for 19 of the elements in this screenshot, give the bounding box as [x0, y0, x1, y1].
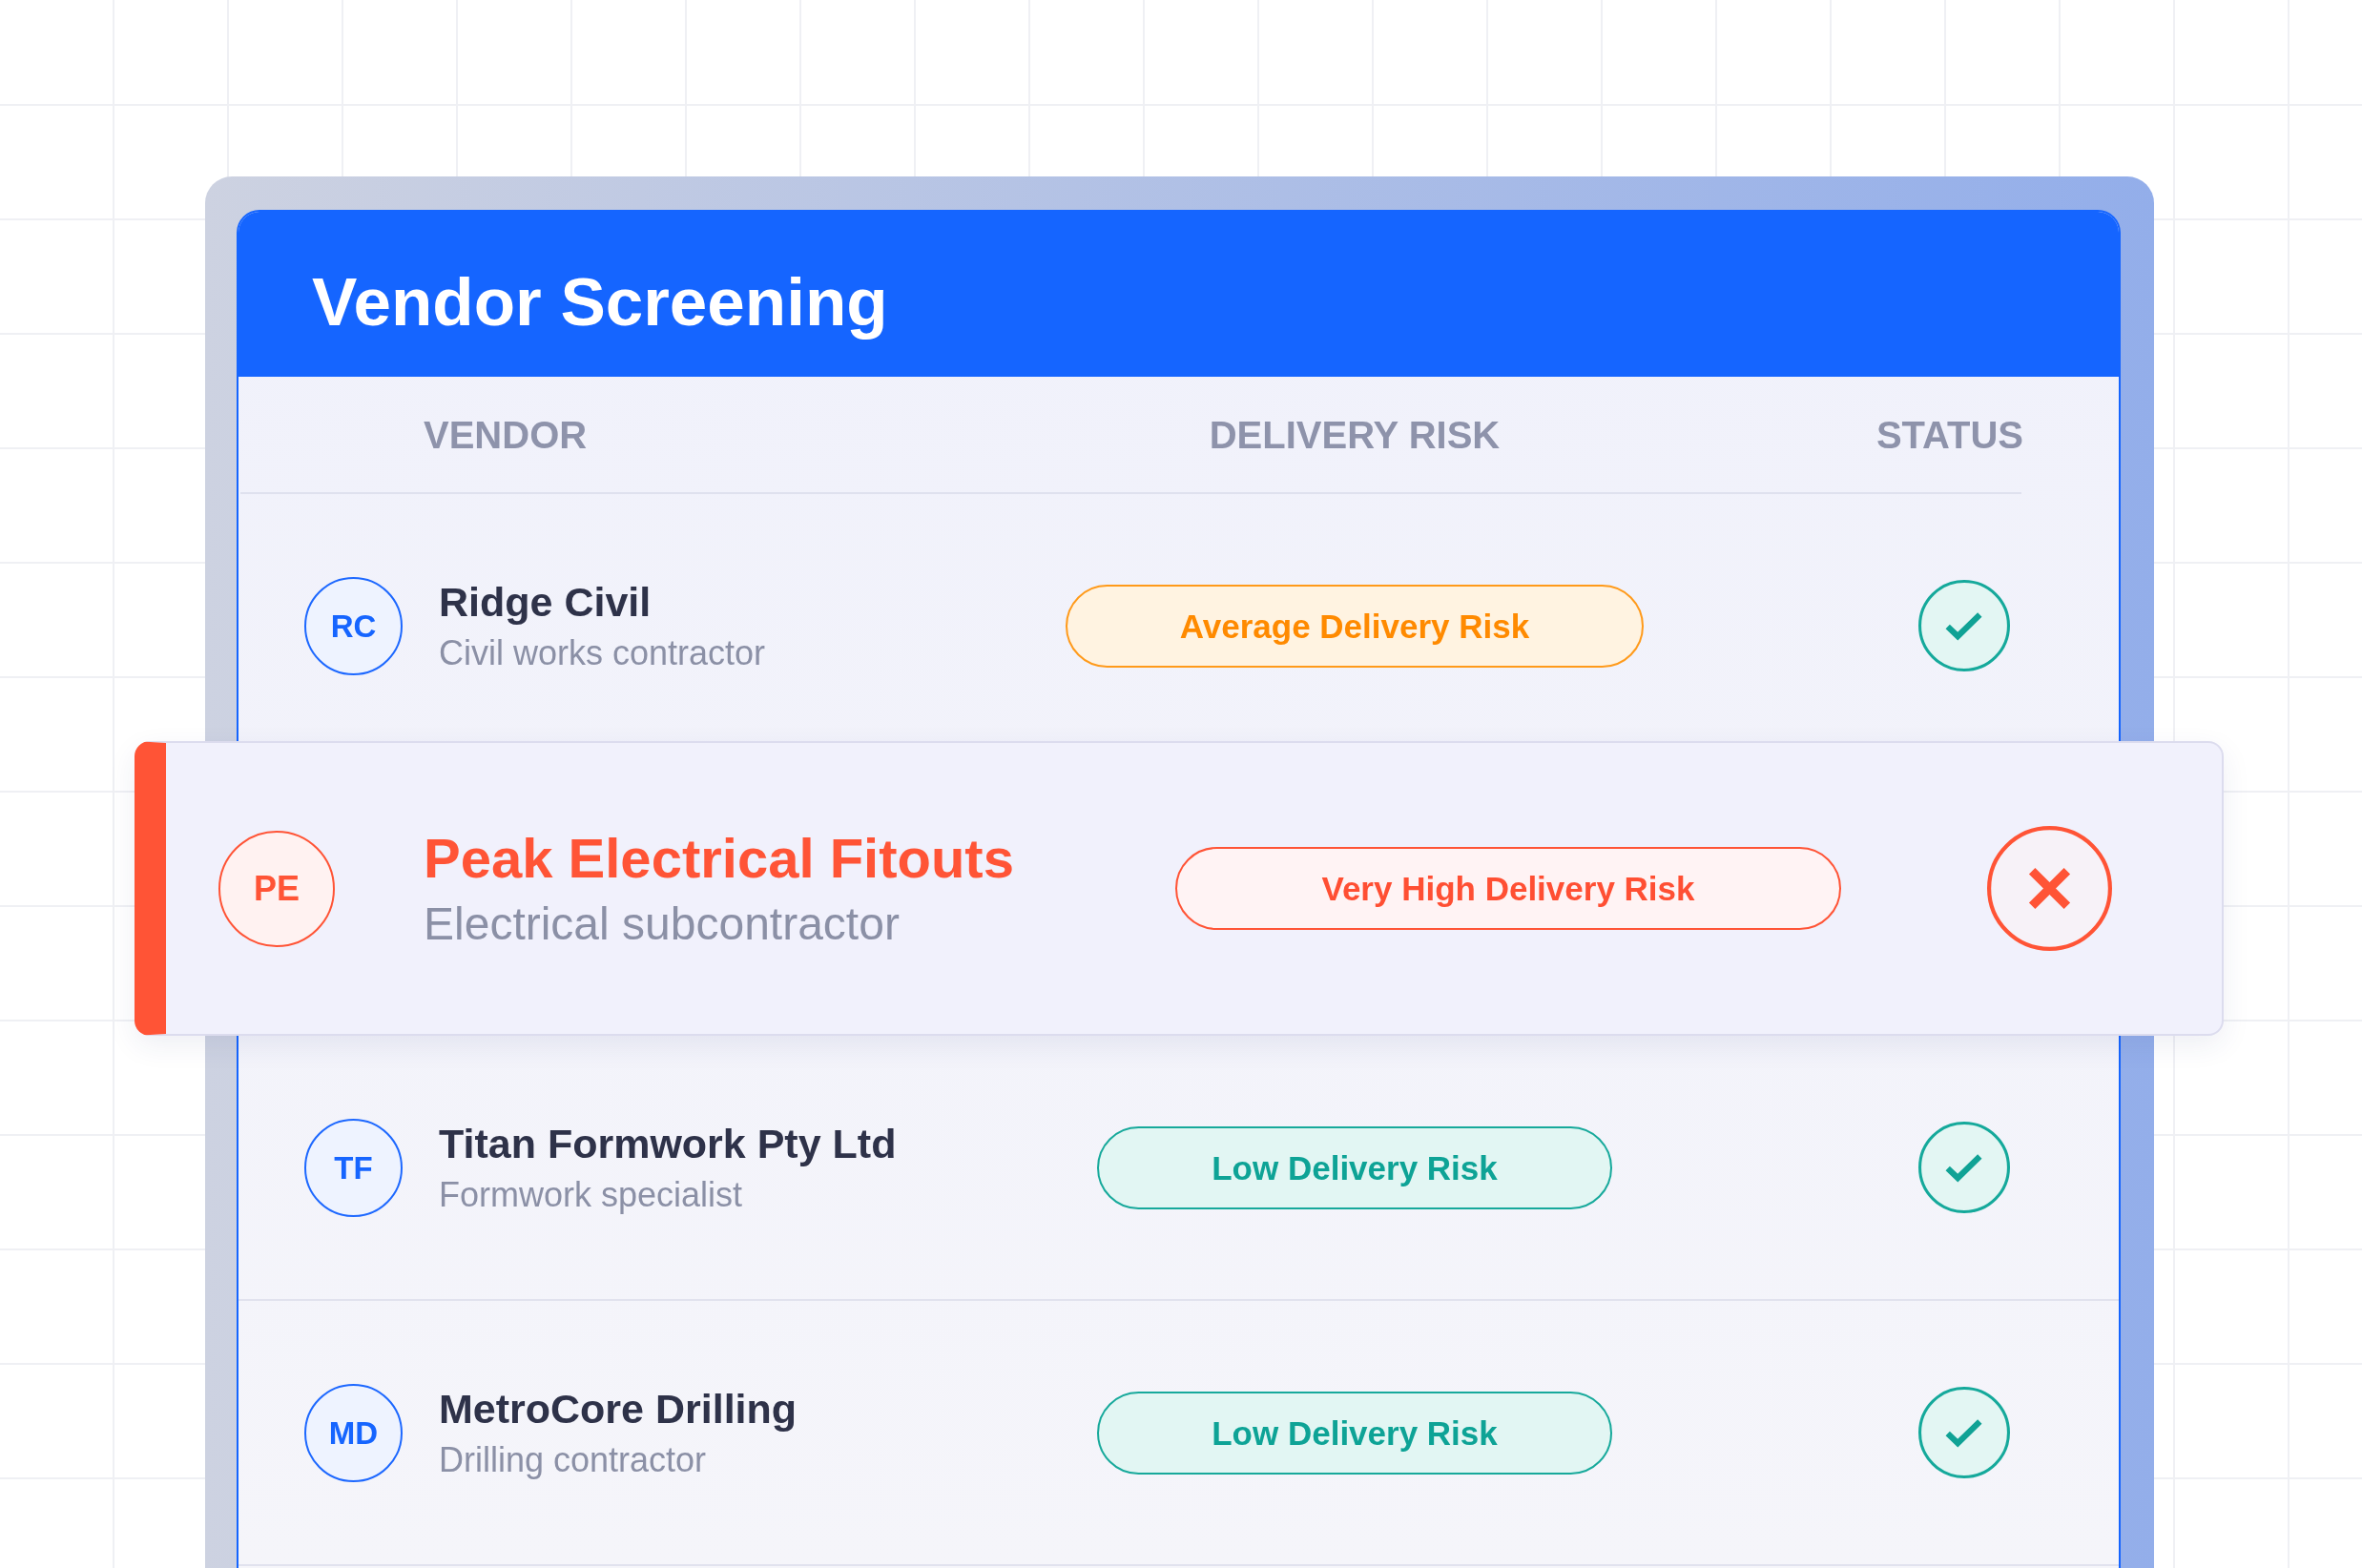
- vendor-name: Titan Formwork Pty Ltd: [439, 1121, 897, 1168]
- risk-badge: Average Delivery Risk: [1065, 584, 1645, 668]
- vendor-description: Civil works contractor: [439, 632, 766, 672]
- vendor-name: Ridge Civil: [439, 579, 653, 627]
- risk-badge: Low Delivery Risk: [1097, 1125, 1612, 1209]
- initials-avatar: RC: [304, 576, 403, 675]
- vendor-description: Drilling contractor: [439, 1439, 708, 1479]
- initials-avatar: MD: [304, 1383, 403, 1482]
- initials-avatar: PE: [218, 830, 335, 947]
- vendor-name: Peak Electrical Fitouts: [424, 826, 1014, 891]
- vendor-description: Formwork specialist: [439, 1174, 744, 1214]
- initials-avatar: TF: [304, 1118, 403, 1217]
- risk-badge: Very High Delivery Risk: [1175, 847, 1841, 930]
- risk-badge: Low Delivery Risk: [1097, 1391, 1612, 1475]
- vendor-name: MetroCore Drilling: [439, 1386, 798, 1434]
- column-header: DELIVERY RISK: [1209, 415, 1501, 454]
- vendor-description: Electrical subcontractor: [424, 897, 901, 951]
- column-header: VENDOR: [424, 415, 588, 454]
- column-header: STATUS: [1875, 415, 2023, 454]
